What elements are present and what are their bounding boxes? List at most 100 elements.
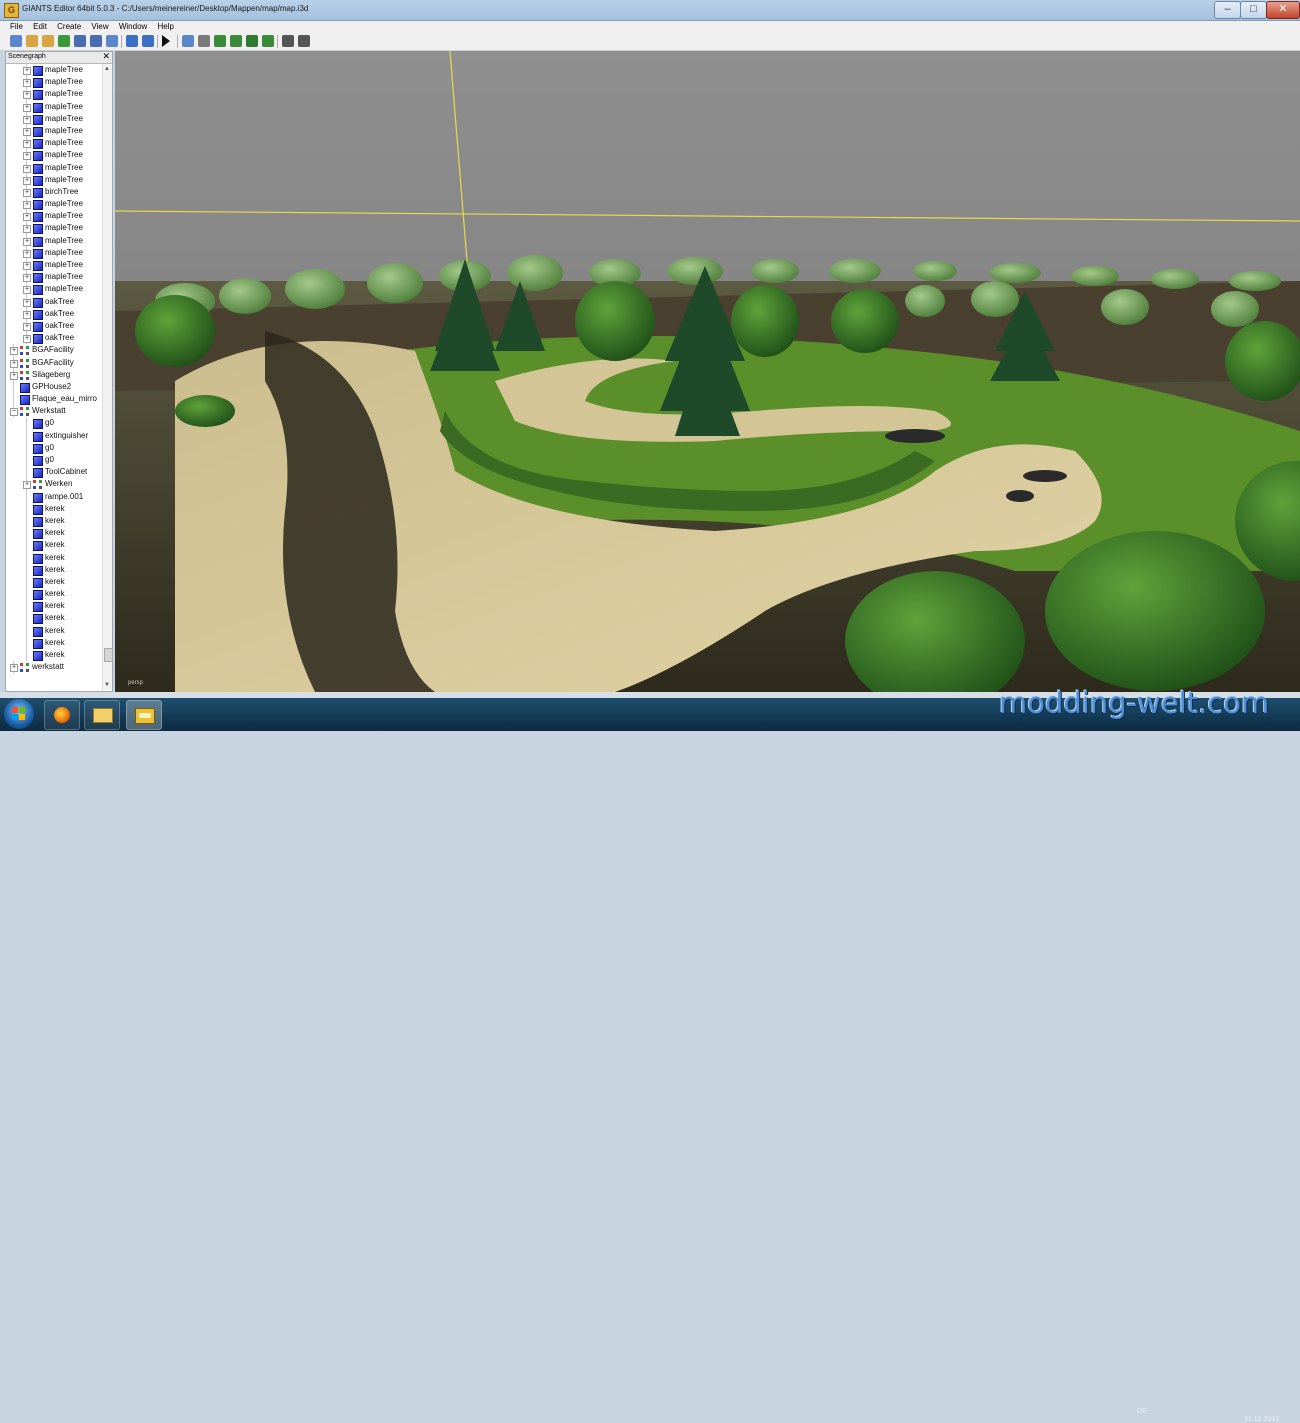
scenegraph-item[interactable]: g0: [6, 441, 102, 454]
expand-icon[interactable]: +: [10, 347, 18, 356]
menu-file[interactable]: File: [6, 21, 27, 33]
scenegraph-item[interactable]: kerek: [6, 539, 102, 552]
expand-icon[interactable]: +: [23, 91, 31, 100]
terrain-paint-icon[interactable]: [230, 35, 242, 47]
scenegraph-item[interactable]: + mapleTree: [6, 259, 102, 272]
expand-icon[interactable]: +: [23, 310, 31, 319]
scenegraph-item[interactable]: + BGAFacility: [6, 356, 102, 369]
scenegraph-item[interactable]: kerek: [6, 551, 102, 564]
expand-icon[interactable]: +: [23, 274, 31, 283]
scenegraph-item[interactable]: + mapleTree: [6, 222, 102, 235]
expand-icon[interactable]: +: [23, 298, 31, 307]
scenegraph-item[interactable]: − Werkstatt: [6, 405, 102, 418]
expand-icon[interactable]: +: [23, 103, 31, 112]
scenegraph-item[interactable]: GPHouse2: [6, 380, 102, 394]
expand-icon[interactable]: +: [23, 152, 31, 161]
scenegraph-item[interactable]: + oakTree: [6, 295, 102, 308]
expand-icon[interactable]: +: [23, 115, 31, 124]
scenegraph-item[interactable]: kerek: [6, 588, 102, 601]
terrain-sculpt-icon[interactable]: [214, 35, 226, 47]
scenegraph-item[interactable]: ToolCabinet: [6, 466, 102, 479]
scenegraph-item[interactable]: + mapleTree: [6, 173, 102, 186]
maximize-button[interactable]: □: [1240, 1, 1267, 19]
expand-icon[interactable]: +: [23, 67, 31, 75]
scenegraph-item[interactable]: + mapleTree: [6, 246, 102, 259]
settings-icon[interactable]: [282, 35, 294, 47]
scenegraph-item[interactable]: + mapleTree: [6, 76, 102, 89]
menu-window[interactable]: Window: [115, 21, 151, 33]
expand-icon[interactable]: +: [10, 371, 18, 380]
scenegraph-item[interactable]: + mapleTree: [6, 112, 102, 125]
scenegraph-item[interactable]: + mapleTree: [6, 161, 102, 174]
expand-icon[interactable]: +: [23, 188, 31, 197]
scenegraph-item[interactable]: kerek: [6, 563, 102, 576]
scenegraph-item[interactable]: + mapleTree: [6, 198, 102, 211]
scenegraph-item[interactable]: + Werken: [6, 478, 102, 491]
scrollbar-thumb[interactable]: [104, 648, 113, 662]
scroll-down-icon[interactable]: ▼: [104, 682, 110, 688]
scenegraph-item[interactable]: + mapleTree: [6, 100, 102, 113]
refresh-icon[interactable]: [58, 35, 70, 47]
scenegraph-item[interactable]: + mapleTree: [6, 124, 102, 138]
minimize-button[interactable]: –: [1214, 1, 1241, 19]
expand-icon[interactable]: +: [23, 164, 31, 173]
scenegraph-item[interactable]: rampe.001: [6, 490, 102, 503]
scenegraph-item[interactable]: g0: [6, 417, 102, 430]
close-panel-icon[interactable]: ✕: [102, 51, 110, 62]
expand-icon[interactable]: +: [23, 79, 31, 88]
foliage-paint-icon[interactable]: [246, 35, 258, 47]
clock-date[interactable]: 31.12.2013: [1244, 1416, 1279, 1423]
scenegraph-item[interactable]: + mapleTree: [6, 149, 102, 162]
taskbar-explorer[interactable]: [84, 700, 120, 730]
redo-icon[interactable]: [142, 35, 154, 47]
expand-icon[interactable]: +: [23, 262, 31, 270]
scenegraph-item[interactable]: + mapleTree: [6, 88, 102, 101]
close-window-button[interactable]: ✕: [1266, 1, 1300, 19]
scenegraph-item[interactable]: + mapleTree: [6, 234, 102, 247]
scenegraph-item[interactable]: + mapleTree: [6, 64, 102, 77]
collapse-icon[interactable]: −: [10, 408, 18, 417]
scenegraph-item[interactable]: kerek: [6, 649, 102, 662]
scenegraph-item[interactable]: + mapleTree: [6, 210, 102, 223]
new-icon[interactable]: [10, 35, 22, 47]
scenegraph-item[interactable]: + werkstatt: [6, 661, 102, 674]
expand-icon[interactable]: +: [23, 225, 31, 234]
menu-create[interactable]: Create: [53, 21, 85, 33]
taskbar-firefox[interactable]: [44, 700, 80, 730]
expand-icon[interactable]: +: [10, 359, 18, 368]
scenegraph-item[interactable]: + oakTree: [6, 332, 102, 345]
scenegraph-item[interactable]: g0: [6, 454, 102, 467]
stats-icon[interactable]: [298, 35, 310, 47]
scenegraph-item[interactable]: + birchTree: [6, 185, 102, 199]
scenegraph-item[interactable]: + mapleTree: [6, 271, 102, 284]
scenegraph-item[interactable]: kerek: [6, 502, 102, 515]
expand-icon[interactable]: +: [23, 286, 31, 295]
scenegraph-scrollbar[interactable]: ▲ ▼: [102, 64, 113, 690]
language-indicator[interactable]: DE: [1137, 1408, 1147, 1415]
save-as-icon[interactable]: [90, 35, 102, 47]
expand-icon[interactable]: +: [23, 140, 31, 149]
expand-icon[interactable]: +: [23, 127, 31, 136]
save-icon[interactable]: [74, 35, 86, 47]
scenegraph-item[interactable]: kerek: [6, 514, 102, 528]
open-recent-icon[interactable]: [42, 35, 54, 47]
import-icon[interactable]: [106, 35, 118, 47]
expand-icon[interactable]: +: [23, 201, 31, 210]
expand-icon[interactable]: +: [23, 322, 31, 331]
menu-view[interactable]: View: [87, 21, 112, 33]
scenegraph-item[interactable]: extinguisher: [6, 429, 102, 442]
scenegraph-item[interactable]: + mapleTree: [6, 283, 102, 296]
select-tool-icon[interactable]: [182, 35, 194, 47]
expand-icon[interactable]: +: [23, 335, 31, 344]
scenegraph-item[interactable]: kerek: [6, 575, 102, 589]
scenegraph-item[interactable]: kerek: [6, 636, 102, 649]
expand-icon[interactable]: +: [23, 213, 31, 222]
scenegraph-item[interactable]: + BGAFacility: [6, 344, 102, 357]
move-tool-icon[interactable]: [198, 35, 210, 47]
scenegraph-item[interactable]: Flaque_eau_mirro: [6, 393, 102, 406]
play-icon[interactable]: [162, 35, 170, 47]
scenegraph-item[interactable]: kerek: [6, 624, 102, 637]
expand-icon[interactable]: +: [23, 176, 31, 185]
3d-viewport[interactable]: persp: [115, 51, 1300, 692]
expand-icon[interactable]: +: [23, 481, 31, 490]
